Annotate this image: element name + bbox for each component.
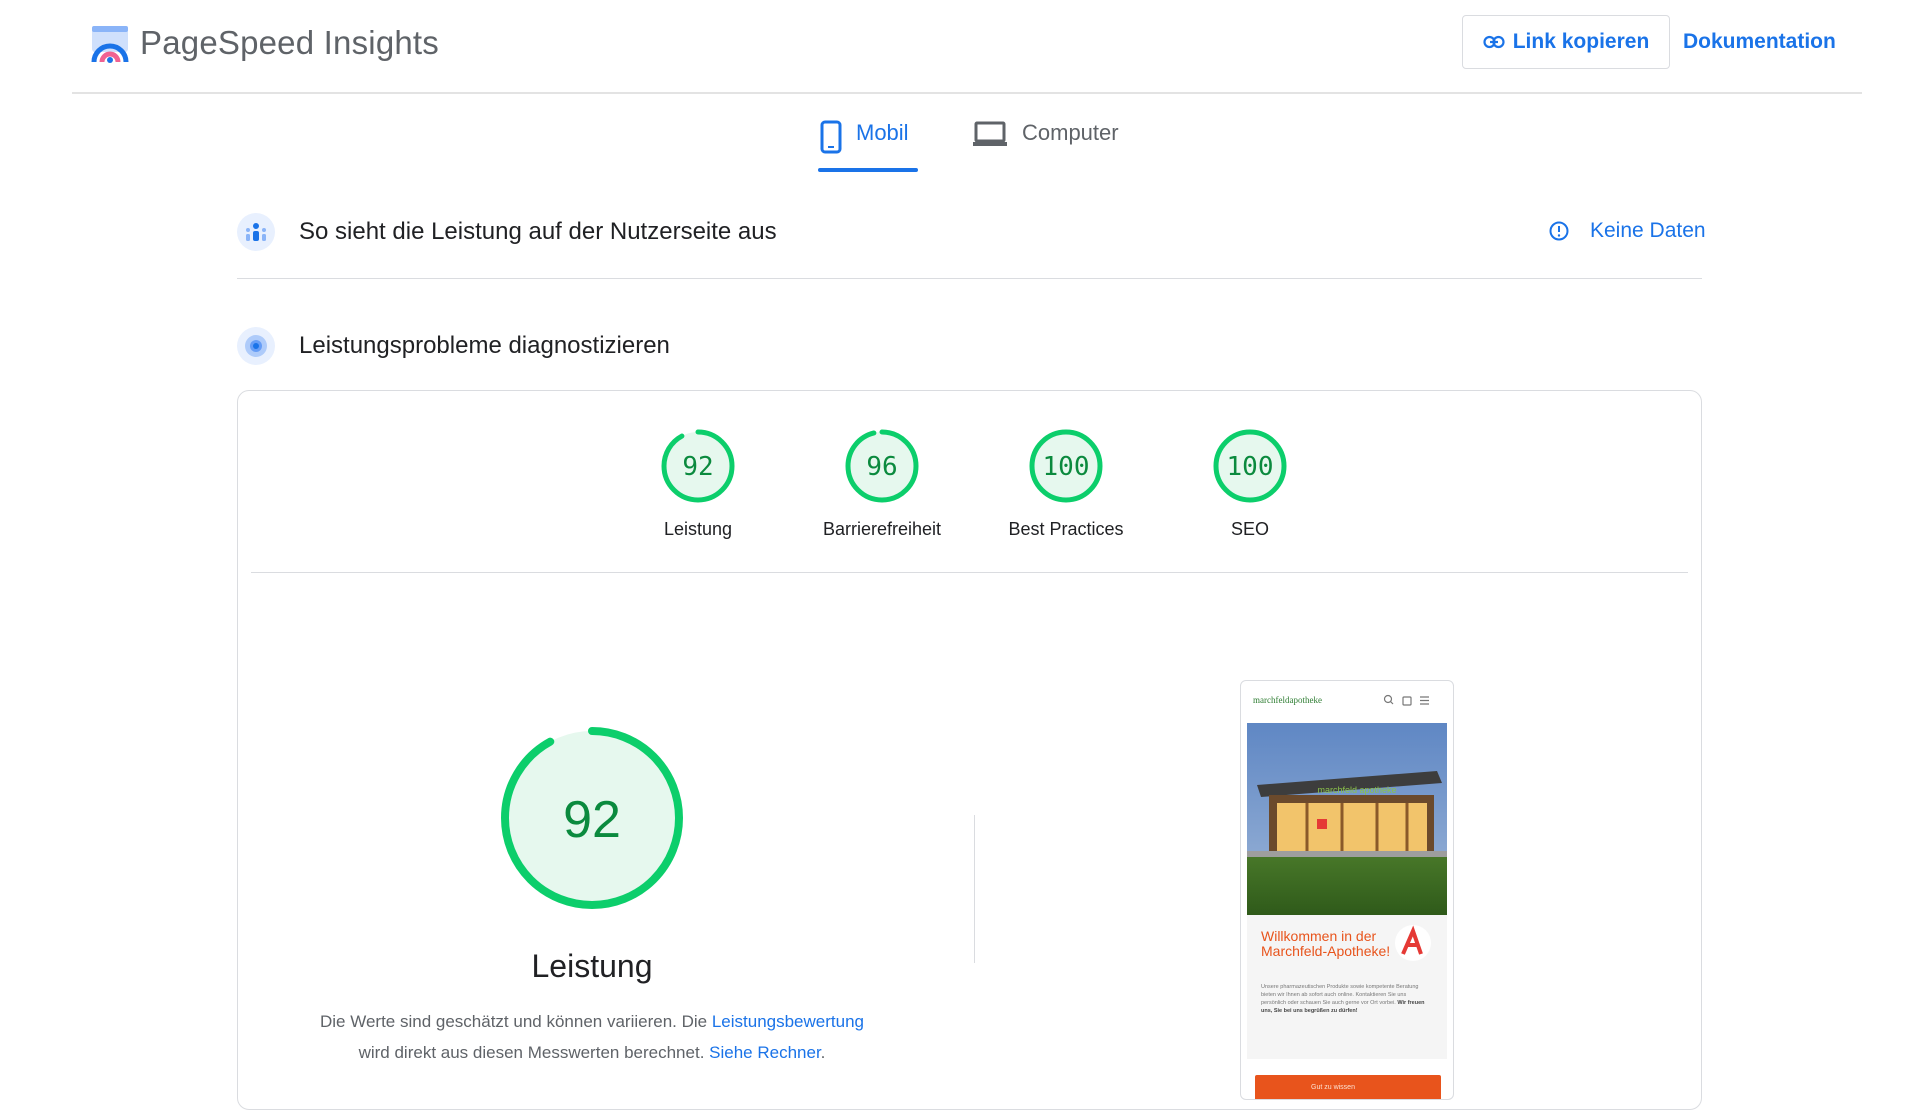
store-sign-text: marchfeld apotheke bbox=[1317, 785, 1396, 795]
tab-mobile[interactable]: Mobil bbox=[820, 114, 909, 174]
diagnose-icon bbox=[237, 327, 275, 365]
performance-description: Die Werte sind geschätzt und können vari… bbox=[262, 1006, 922, 1068]
copy-link-label: Link kopieren bbox=[1512, 30, 1650, 53]
tab-computer[interactable]: Computer bbox=[972, 114, 1119, 174]
top-bar: PageSpeed Insights Link kopieren Dokumen… bbox=[72, 0, 1862, 94]
performance-score-value: 92 bbox=[563, 791, 621, 849]
score-gauge-seo[interactable]: 100 SEO bbox=[1158, 427, 1342, 540]
pharmacy-photo: marchfeld apotheke bbox=[1247, 723, 1447, 915]
gauge-label: Leistung bbox=[663, 519, 733, 539]
gauge-ring: 100 bbox=[1213, 429, 1287, 503]
app-title: PageSpeed Insights bbox=[140, 24, 439, 61]
apotheke-a-logo-icon bbox=[1395, 925, 1431, 961]
documentation-link[interactable]: Dokumentation bbox=[1683, 15, 1836, 69]
pagespeed-logo-icon[interactable] bbox=[88, 22, 132, 66]
active-tab-indicator bbox=[818, 168, 918, 172]
no-data-label: Keine Daten bbox=[1590, 219, 1706, 242]
desc-text-2: wird direkt aus diesen Messwerten berech… bbox=[358, 1043, 710, 1062]
section-divider bbox=[237, 278, 1702, 279]
score-gauge-leistung[interactable]: 92 Leistung bbox=[606, 427, 790, 540]
gauge-ring: 96 bbox=[845, 429, 919, 503]
gauge-value: 96 bbox=[866, 452, 897, 482]
score-gauge-barrierefreiheit[interactable]: 96 Barrierefreiheit bbox=[790, 427, 974, 540]
gauge-value: 100 bbox=[1227, 452, 1274, 482]
desc-text-1: Die Werte sind geschätzt und können vari… bbox=[319, 1012, 712, 1031]
copy-link-button[interactable]: Link kopieren bbox=[1462, 15, 1670, 69]
welcome-body-text: Unsere pharmazeutischen Produkte sowie k… bbox=[1261, 984, 1419, 1006]
link-icon bbox=[1483, 35, 1505, 49]
performance-score-link[interactable]: Leistungsbewertung bbox=[712, 1012, 864, 1031]
card-divider bbox=[251, 572, 1688, 573]
score-gauge-best-practices[interactable]: 100 Best Practices bbox=[974, 427, 1158, 540]
welcome-body: Unsere pharmazeutischen Produkte sowie k… bbox=[1261, 983, 1431, 1015]
gauge-label: SEO bbox=[1230, 519, 1269, 539]
gauge-label: Barrierefreiheit bbox=[822, 519, 942, 539]
laptop-icon bbox=[973, 121, 1007, 146]
gauge-value: 100 bbox=[1043, 452, 1090, 482]
site-cta-label: Gut zu wissen bbox=[1311, 1084, 1355, 1091]
vertical-divider bbox=[974, 815, 975, 963]
performance-score-gauge: 92 bbox=[501, 727, 683, 909]
diagnose-title: Leistungsprobleme diagnostizieren bbox=[299, 332, 670, 359]
smartphone-icon bbox=[820, 120, 842, 154]
gauge-value: 92 bbox=[682, 452, 713, 482]
gauge-label: Best Practices bbox=[1008, 519, 1124, 539]
field-data-title: So sieht die Leistung auf der Nutzerseit… bbox=[299, 218, 777, 245]
welcome-panel: Willkommen in der Marchfeld-Apotheke! Un… bbox=[1247, 915, 1447, 1059]
gauge-ring: 100 bbox=[1029, 429, 1103, 503]
tab-computer-label: Computer bbox=[1022, 120, 1119, 145]
desc-end: . bbox=[820, 1043, 826, 1062]
gauge-ring: 92 bbox=[661, 429, 735, 503]
performance-title: Leistung bbox=[531, 948, 653, 984]
site-cta-button: Gut zu wissen bbox=[1255, 1075, 1441, 1099]
site-logo-text: marchfeldapotheke bbox=[1253, 695, 1322, 705]
welcome-headline: Willkommen in der Marchfeld-Apotheke! bbox=[1261, 928, 1391, 959]
info-icon bbox=[1549, 221, 1569, 241]
no-data-status[interactable]: Keine Daten bbox=[1548, 219, 1706, 243]
page-screenshot: marchfeldapotheke marchfeld apotheke Wil… bbox=[1240, 680, 1454, 1100]
calculator-link[interactable]: Siehe Rechner bbox=[709, 1043, 821, 1062]
users-icon bbox=[237, 213, 275, 251]
site-nav-icons bbox=[1383, 694, 1429, 706]
tab-mobile-label: Mobil bbox=[856, 120, 909, 145]
